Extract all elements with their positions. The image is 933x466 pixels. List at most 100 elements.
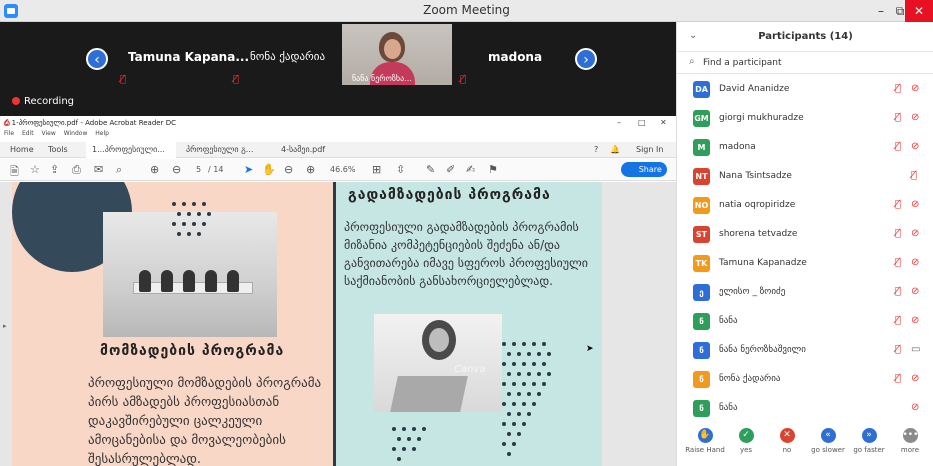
camera-off-icon: ⊘ bbox=[911, 141, 920, 152]
share-label: Share bbox=[638, 165, 662, 174]
acrobat-close-button[interactable]: ✕ bbox=[660, 118, 667, 127]
bell-icon[interactable]: 🔔 bbox=[604, 142, 626, 158]
camera-off-icon: ⊘ bbox=[911, 402, 920, 413]
mic-muted-icon: 🎙̸ bbox=[895, 228, 902, 239]
menu-edit[interactable]: Edit bbox=[22, 130, 34, 137]
zoom-level-select[interactable]: 46.6% bbox=[330, 165, 355, 174]
search-icon[interactable]: ⌕ bbox=[116, 163, 122, 177]
reaction-more[interactable]: ••• more bbox=[888, 428, 932, 454]
participant-name: ნონა ქადარია bbox=[719, 374, 781, 384]
document-area[interactable]: ▸ მომზადების პროგრამა პროფესიული მომზადე… bbox=[0, 182, 676, 466]
participants-title: Participants (14) bbox=[758, 31, 853, 42]
participant-row[interactable]: Mmadona 🎙̸ ⊘ bbox=[677, 134, 933, 161]
acrobat-restore-button[interactable]: □ bbox=[638, 118, 646, 127]
menu-view[interactable]: View bbox=[42, 130, 56, 137]
reaction-go-slower[interactable]: « go slower bbox=[806, 428, 850, 454]
close-button[interactable]: ✕ bbox=[905, 0, 933, 22]
reaction-yes[interactable]: ✓ yes bbox=[724, 428, 768, 454]
tab-home[interactable]: Home bbox=[4, 142, 40, 158]
participant-row[interactable]: NO natia oqropiridze 🎙̸ ⊘ bbox=[677, 192, 933, 219]
reaction-label: go faster bbox=[853, 446, 885, 454]
tab-document[interactable]: 1...პროფესიული... × bbox=[86, 142, 176, 170]
reaction-icon: ••• bbox=[902, 428, 918, 443]
prev-page-arrow-icon[interactable]: ‹ bbox=[86, 48, 108, 70]
upload-icon[interactable]: ⇪ bbox=[50, 163, 59, 176]
window-title: Zoom Meeting bbox=[423, 3, 510, 17]
tab-document[interactable]: პროფესიული გ... bbox=[180, 142, 259, 158]
woman-face bbox=[429, 328, 449, 352]
participant-row[interactable]: ნ ნანა ⊘ bbox=[677, 395, 933, 422]
mic-muted-icon: 🎙̸ bbox=[895, 141, 902, 152]
hand-icon[interactable]: ✋ bbox=[262, 163, 276, 176]
zoom-out-icon[interactable]: ⊖ bbox=[284, 163, 293, 176]
participant-row[interactable]: DA David Ananidze 🎙̸ ⊘ bbox=[677, 76, 933, 103]
participant-row[interactable]: ე ელისო _ ზოიძე 🎙̸ ⊘ bbox=[677, 279, 933, 306]
create-icon[interactable]: 🗎 bbox=[10, 163, 19, 182]
menu-help[interactable]: Help bbox=[95, 130, 109, 137]
mic-muted-icon: 🎙̸ bbox=[460, 74, 467, 85]
video-tile[interactable]: ნანა ნეროზხა... bbox=[342, 24, 452, 85]
share-button[interactable]: 👤 Share bbox=[621, 162, 667, 177]
stamp-icon[interactable]: ⚑ bbox=[488, 163, 498, 176]
tile-name: Tamuna Kapana... bbox=[128, 50, 250, 64]
reaction-no[interactable]: ✕ no bbox=[765, 428, 809, 454]
zoom-in-icon[interactable]: ⊕ bbox=[306, 163, 315, 176]
recording-label: Recording bbox=[24, 96, 75, 107]
camera-off-icon: ⊘ bbox=[911, 257, 920, 268]
participant-row[interactable]: ნ ნანა ნეროზხაშვილი 🎙̸ ▭ bbox=[677, 337, 933, 364]
participant-search: ⌕ bbox=[677, 52, 933, 74]
fit-page-icon[interactable]: ⊞ bbox=[372, 163, 381, 176]
reaction-raise-hand[interactable]: ✋ Raise Hand bbox=[683, 428, 727, 454]
participant-row[interactable]: ნ ნონა ქადარია 🎙̸ ⊘ bbox=[677, 366, 933, 393]
select-arrow-icon[interactable]: ➤ bbox=[244, 163, 253, 176]
mic-muted-icon: 🎙̸ bbox=[895, 344, 902, 355]
camera-off-icon: ⊘ bbox=[911, 315, 920, 326]
page-down-icon[interactable]: ⊖ bbox=[172, 163, 181, 176]
participant-row[interactable]: GM giorgi mukhuradze 🎙̸ ⊘ bbox=[677, 105, 933, 132]
person-figure bbox=[205, 270, 217, 292]
print-icon[interactable]: ⎙ bbox=[72, 163, 81, 177]
page-total: / 14 bbox=[208, 165, 224, 174]
reaction-icon: ✕ bbox=[779, 428, 795, 443]
avatar: ნ bbox=[693, 313, 710, 330]
acrobat-minimize-button[interactable]: – bbox=[617, 118, 621, 127]
mic-muted-icon: 🎙̸ bbox=[895, 199, 902, 210]
mic-muted-icon: 🎙̸ bbox=[895, 373, 902, 384]
page-current-input[interactable]: 5 bbox=[196, 165, 201, 174]
camera-off-icon: ⊘ bbox=[911, 373, 920, 384]
scroll-mode-icon[interactable]: ⇳ bbox=[396, 163, 405, 176]
participant-row[interactable]: ნ ნანა 🎙̸ ⊘ bbox=[677, 308, 933, 335]
avatar: M bbox=[693, 139, 710, 156]
menu-window[interactable]: Window bbox=[64, 130, 88, 137]
participant-row[interactable]: NT Nana Tsintsadze 🎙̸ bbox=[677, 163, 933, 190]
page-up-icon[interactable]: ⊕ bbox=[150, 163, 159, 176]
tab-document[interactable]: 4-სამეი.pdf bbox=[275, 142, 331, 158]
comment-icon[interactable]: ✎ bbox=[426, 163, 435, 176]
sign-in-link[interactable]: Sign In bbox=[630, 142, 669, 158]
reaction-icon: ✋ bbox=[697, 428, 713, 443]
help-icon[interactable]: ? bbox=[588, 142, 604, 158]
participant-name: ნანა bbox=[719, 403, 738, 413]
mic-muted-icon: 🎙̸ bbox=[911, 170, 918, 181]
highlight-icon[interactable]: ✐ bbox=[446, 163, 455, 176]
reaction-go-faster[interactable]: » go faster bbox=[847, 428, 891, 454]
tile-caption: ნანა ნეროზხა... bbox=[352, 74, 412, 83]
participant-name: David Ananidze bbox=[719, 84, 790, 94]
participant-row[interactable]: ST shorena tetvadze 🎙̸ ⊘ bbox=[677, 221, 933, 248]
participant-row[interactable]: TK Tamuna Kapanadze 🎙̸ ⊘ bbox=[677, 250, 933, 277]
menu-file[interactable]: File bbox=[4, 130, 14, 137]
avatar: DA bbox=[693, 81, 710, 98]
side-panel-toggle-icon[interactable]: ▸ bbox=[3, 322, 7, 330]
mic-muted-icon: 🎙̸ bbox=[895, 286, 902, 297]
next-page-arrow-icon[interactable]: › bbox=[575, 48, 597, 70]
email-icon[interactable]: ✉ bbox=[94, 163, 103, 176]
sign-icon[interactable]: ✍ bbox=[466, 163, 475, 176]
acrobat-menubar: File Edit View Window Help bbox=[0, 130, 676, 140]
reaction-icon: » bbox=[861, 428, 877, 443]
bookmark-star-icon[interactable]: ☆ bbox=[30, 163, 40, 176]
search-input[interactable] bbox=[703, 55, 923, 71]
reaction-icon: ✓ bbox=[738, 428, 754, 443]
tab-tools[interactable]: Tools bbox=[42, 142, 74, 158]
reaction-label: Raise Hand bbox=[685, 446, 725, 454]
person-figure bbox=[139, 270, 151, 292]
